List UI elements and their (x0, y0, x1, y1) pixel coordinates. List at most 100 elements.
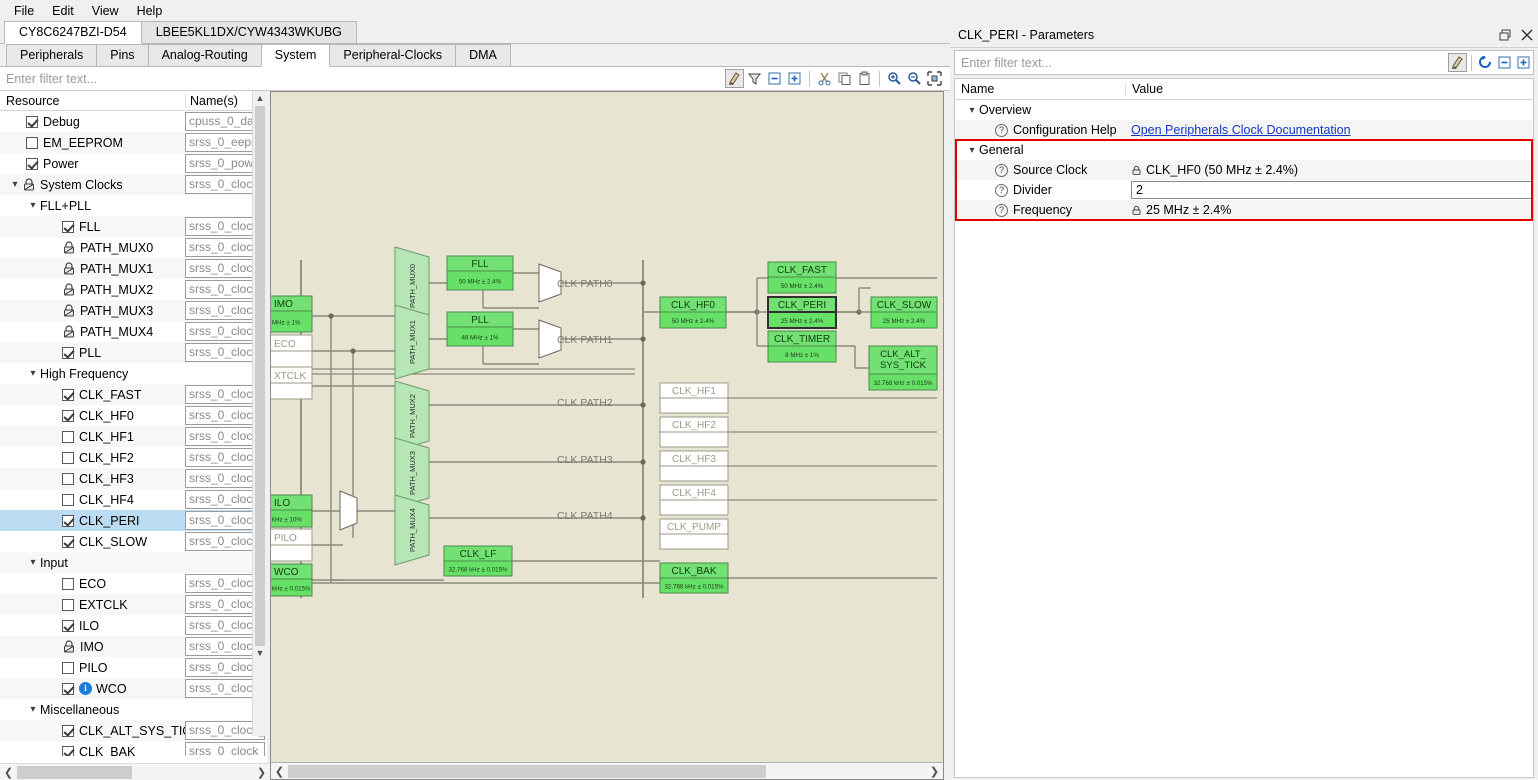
chevron-down-icon[interactable]: ▾ (26, 200, 40, 211)
collapse-all-icon[interactable] (1495, 53, 1514, 72)
scroll-right-icon[interactable]: ❯ (253, 766, 270, 779)
menu-item-edit[interactable]: Edit (44, 2, 82, 20)
parameter-value-cell[interactable]: CLK_HF0 (50 MHz ± 2.4%) (1125, 163, 1533, 177)
low-freq-mux[interactable] (339, 490, 358, 531)
checkbox[interactable] (62, 409, 74, 422)
tree-row-resource-cell[interactable]: PATH_MUX2 (0, 279, 185, 300)
help-icon[interactable]: ? (995, 203, 1008, 217)
tree-row[interactable]: EXTCLK srss_0_clock_ (0, 594, 267, 615)
checkbox[interactable] (62, 619, 74, 632)
parameters-group-row[interactable]: ▾ General (955, 140, 1533, 160)
parameter-value-cell[interactable]: Open Peripherals Clock Documentation (1125, 123, 1533, 137)
parameters-group-name[interactable]: ▾ Overview (955, 100, 1125, 120)
tree-row-resource-cell[interactable]: CLK_HF2 (0, 447, 185, 468)
tree-row[interactable]: ▾ FLL+PLL (0, 195, 267, 216)
checkbox[interactable] (26, 157, 38, 170)
clock-block-eco[interactable]: ECO (271, 334, 313, 368)
tree-row-resource-cell[interactable]: ECO (0, 573, 185, 594)
tree-row[interactable]: CLK_SLOW srss_0_clock_ (0, 531, 267, 552)
clear-filter-icon[interactable] (725, 69, 744, 88)
parameter-row[interactable]: ? Source Clock CLK_HF0 (50 MHz ± 2.4%) (955, 160, 1533, 180)
clock-block-clk_hf3[interactable]: CLK_HF3 (659, 450, 729, 482)
tree-row-resource-cell[interactable]: Power (0, 153, 185, 174)
tab-peripherals[interactable]: Peripherals (6, 44, 98, 66)
fit-to-window-icon[interactable] (925, 69, 944, 88)
tree-row-resource-cell[interactable]: PATH_MUX3 (0, 300, 185, 321)
checkbox[interactable] (62, 430, 74, 443)
chevron-down-icon[interactable]: ▾ (965, 105, 979, 116)
tab-system[interactable]: System (260, 44, 331, 67)
clock-block-imo[interactable]: IMO MHz ± 1% (271, 295, 313, 333)
tree-row-resource-cell[interactable]: ILO (0, 615, 185, 636)
tree-horizontal-scrollbar[interactable]: ❮ ❯ (0, 763, 270, 780)
tree-vertical-scrollbar[interactable]: ▲ ▼ (252, 91, 267, 736)
tree-row-resource-cell[interactable]: PATH_MUX4 (0, 321, 185, 342)
clock-block-clk_hf1[interactable]: CLK_HF1 (659, 382, 729, 414)
checkbox[interactable] (62, 514, 74, 527)
tree-row[interactable]: PLL srss_0_clock_ (0, 342, 267, 363)
menu-item-file[interactable]: File (6, 2, 42, 20)
tree-row[interactable]: i WCO srss_0_clock_ (0, 678, 267, 699)
checkbox[interactable] (62, 745, 74, 756)
tree-row[interactable]: ▾ System Clocks srss_0_clock_ (0, 174, 267, 195)
tree-row[interactable]: CLK_HF0 srss_0_clock_ (0, 405, 267, 426)
tree-row-resource-cell[interactable]: ▾ FLL+PLL (0, 195, 185, 216)
clock-block-wco[interactable]: WCO kHz ± 0.015% (271, 563, 313, 597)
parameter-value-cell[interactable]: 25 MHz ± 2.4% (1125, 203, 1533, 217)
clock-block-clk_bak[interactable]: CLK_BAK 32.768 kHz ± 0.015% (659, 562, 729, 594)
clock-block-xtclk[interactable]: XTCLK (271, 366, 313, 400)
clock-block-clk_alt_sys_tick[interactable]: CLK_ALT_SYS_TICK 32.768 kHz ± 0.015% (868, 345, 938, 391)
tree-row[interactable]: EM_EEPROM srss_0_eeprc (0, 132, 267, 153)
zoom-out-icon[interactable] (905, 69, 924, 88)
menu-item-view[interactable]: View (84, 2, 127, 20)
restore-panel-icon[interactable] (1494, 24, 1516, 46)
parameter-row[interactable]: ? Divider (955, 180, 1533, 200)
clock-block-clk_hf4[interactable]: CLK_HF4 (659, 484, 729, 516)
scroll-up-icon[interactable]: ▲ (253, 91, 267, 106)
chevron-down-icon[interactable]: ▾ (26, 704, 40, 715)
help-icon[interactable]: ? (995, 183, 1008, 197)
parameter-row[interactable]: ? Frequency 25 MHz ± 2.4% (955, 200, 1533, 220)
tree-row[interactable]: FLL srss_0_clock_ (0, 216, 267, 237)
tree-row-resource-cell[interactable]: CLK_PERI (0, 510, 185, 531)
tree-row[interactable]: ILO srss_0_clock_ (0, 615, 267, 636)
tree-row-resource-cell[interactable]: PLL (0, 342, 185, 363)
tree-row[interactable]: PILO srss_0_clock_ (0, 657, 267, 678)
chevron-down-icon[interactable]: ▾ (26, 368, 40, 379)
parameters-filter-input[interactable] (955, 52, 1448, 73)
tree-row[interactable]: PATH_MUX1 srss_0_clock_ (0, 258, 267, 279)
expand-all-icon[interactable] (1514, 53, 1533, 72)
path-mux-path_mux1[interactable]: PATH_MUX1 (394, 304, 430, 380)
tree-row-resource-cell[interactable]: ▾ System Clocks (0, 174, 185, 195)
paste-icon[interactable] (855, 69, 874, 88)
divider-input[interactable] (1131, 181, 1533, 199)
tree-row-resource-cell[interactable]: CLK_HF1 (0, 426, 185, 447)
diagram-scroll-left-icon[interactable]: ❮ (271, 765, 288, 778)
tree-row-resource-cell[interactable]: EXTCLK (0, 594, 185, 615)
tree-row[interactable]: CLK_HF1 srss_0_clock_ (0, 426, 267, 447)
tree-row-resource-cell[interactable]: CLK_HF4 (0, 489, 185, 510)
clock-diagram-canvas[interactable]: PATH_MUX0 PATH_MUX1 PATH_MUX2 PATH_MUX3 PATH… (270, 91, 944, 780)
checkbox[interactable] (62, 577, 74, 590)
menu-item-help[interactable]: Help (129, 2, 171, 20)
tree-row-resource-cell[interactable]: ▾ Input (0, 552, 185, 573)
tree-row-resource-cell[interactable]: FLL (0, 216, 185, 237)
documentation-link[interactable]: Open Peripherals Clock Documentation (1131, 123, 1351, 137)
clock-block-ilo[interactable]: ILO kHz ± 10% (271, 494, 313, 528)
tree-row-selected[interactable]: CLK_PERI srss_0_clock_ (0, 510, 267, 531)
checkbox[interactable] (62, 535, 74, 548)
filter-icon[interactable] (745, 69, 764, 88)
tree-row[interactable]: Power srss_0_powe (0, 153, 267, 174)
tree-row[interactable]: CLK_ALT_SYS_TICKsrss_0_clock_ (0, 720, 267, 741)
path-mux-path_mux4[interactable]: PATH_MUX4 (394, 494, 430, 566)
chevron-down-icon[interactable]: ▾ (8, 179, 22, 190)
tree-row[interactable]: PATH_MUX3 srss_0_clock_ (0, 300, 267, 321)
chevron-down-icon[interactable]: ▾ (26, 557, 40, 568)
zoom-in-icon[interactable] (885, 69, 904, 88)
tree-vscroll-thumb[interactable] (255, 106, 265, 646)
chevron-down-icon[interactable]: ▾ (965, 145, 979, 156)
tree-row[interactable]: ▾ Miscellaneous (0, 699, 267, 720)
checkbox[interactable] (62, 493, 74, 506)
checkbox[interactable] (62, 346, 74, 359)
clock-block-pilo[interactable]: PILO (271, 528, 313, 562)
